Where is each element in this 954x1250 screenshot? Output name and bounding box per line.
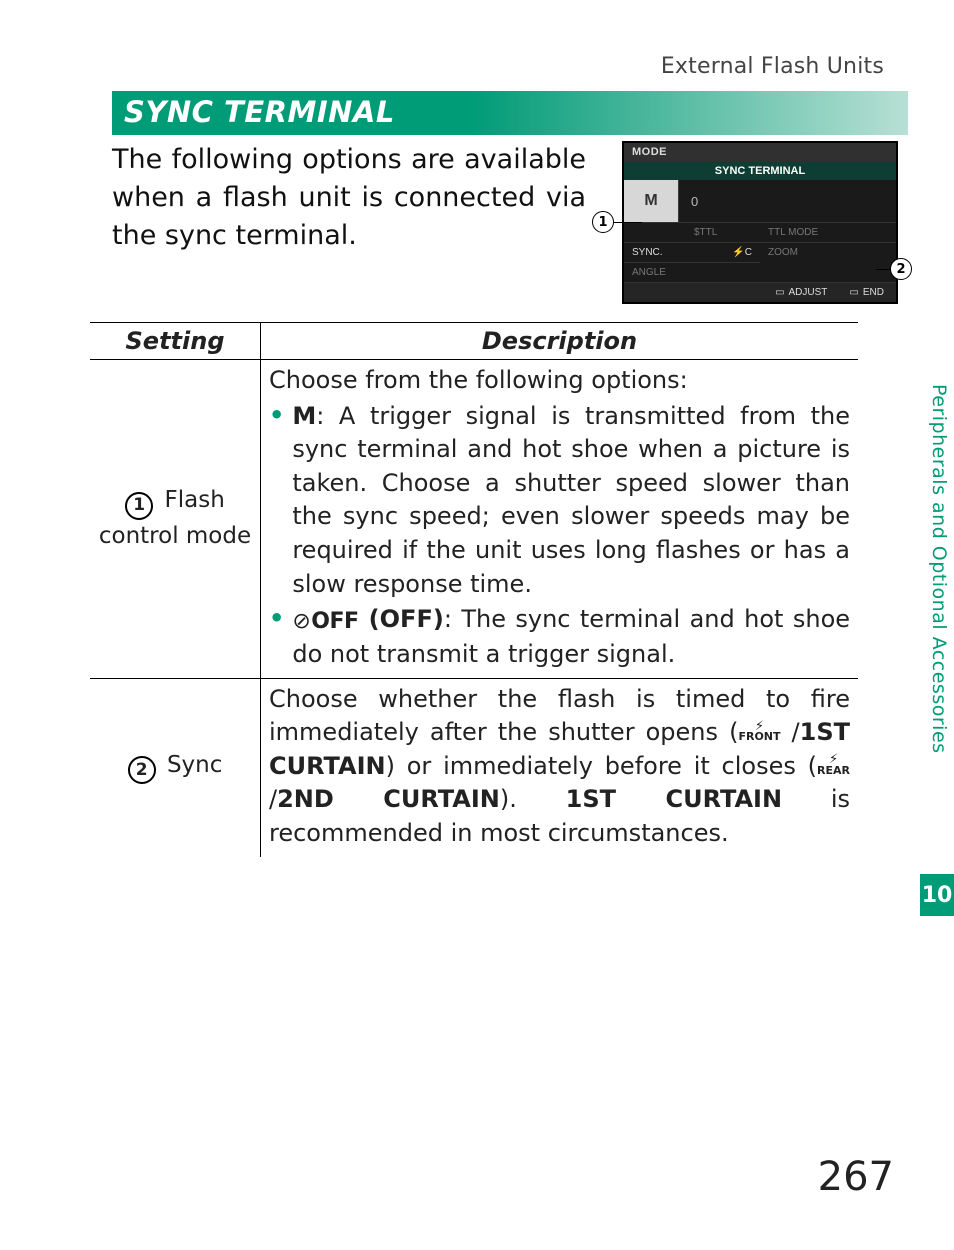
bullet-m-text: M: A trigger signal is transmitted from … [292,400,850,602]
manual-page: External Flash Units SYNC TERMINAL The f… [0,0,954,1250]
intro-row: The following options are available when… [112,141,908,304]
setting-label: Flash control mode [99,487,251,549]
bullet-m: • M: A trigger signal is transmitted fro… [269,400,850,602]
lcd-end: ▭ END [849,287,884,298]
lcd-screen: MODE SYNC TERMINAL M 0 TTL MODE SYNC. ⚡C… [622,141,898,304]
lcd-diagram: MODE SYNC TERMINAL M 0 TTL MODE SYNC. ⚡C… [598,141,908,304]
lcd-grid: TTL MODE SYNC. ⚡C $TTL ZOOM ANGLE [624,222,896,282]
recommend-label: 1ST CURTAIN [566,785,782,813]
flash-off-icon: OFF [292,607,358,638]
lcd-sync-icon: ⚡C [732,247,752,258]
callout-2-num: 2 [890,258,912,280]
bullet-off-text: OFF (OFF): The sync terminal and hot sho… [292,603,850,671]
breadcrumb: External Flash Units [0,54,954,91]
setting-flash-control: 1 Flash control mode [90,360,261,679]
bullet-dot-icon: • [269,603,284,671]
th-description: Description [261,323,859,360]
lcd-mode-label: MODE [624,143,896,162]
callout-1-line [614,222,642,223]
desc-lead: Choose from the following options: [269,364,850,398]
rear-curtain-icon: REAR [817,755,850,775]
m-label: M [292,402,316,430]
bullet-dot-icon: • [269,400,284,602]
setting-sync: 2 Sync [90,678,261,856]
circled-1-icon: 1 [125,492,153,520]
lcd-angle: ANGLE [624,262,760,282]
bullet-off: • OFF (OFF): The sync terminal and hot s… [269,603,850,671]
lcd-footer: ▭ ADJUST ▭ END [624,282,896,302]
setting-label: Sync [167,752,222,778]
callout-2-line [876,269,890,270]
desc-flash-control: Choose from the following options: • M: … [261,360,859,679]
lcd-ttl-mode: TTL MODE [760,222,896,242]
front-curtain-icon: FRONT [738,722,780,742]
lcd-sync: SYNC. ⚡C [624,242,760,262]
settings-table: Setting Description 1 Flash control mode… [90,322,858,857]
table-row: 2 Sync Choose whether the flash is timed… [90,678,858,856]
callout-2: 2 [876,258,912,280]
second-curtain-label: 2ND CURTAIN [277,785,500,813]
circled-2-icon: 2 [128,756,156,784]
chapter-side-tab: Peripherals and Optional Accessories 10 [924,384,954,944]
th-setting: Setting [90,323,261,360]
off-label: (OFF) [359,605,444,633]
lcd-mode-value: 0 [679,180,896,222]
callout-1-num: 1 [592,211,614,233]
lcd-title: SYNC TERMINAL [624,162,896,180]
lcd-value-row: M 0 [624,180,896,222]
chapter-number: 10 [920,874,954,916]
section-heading: SYNC TERMINAL [112,91,908,135]
desc-sync: Choose whether the flash is timed to fir… [261,678,859,856]
table-row: 1 Flash control mode Choose from the fol… [90,360,858,679]
page-number: 267 [818,1154,894,1200]
callout-1: 1 [592,211,642,233]
chapter-label: Peripherals and Optional Accessories [928,384,950,864]
lcd-adjust: ▭ ADJUST [775,287,827,298]
lcd-ttl-value: $TTL [624,222,760,242]
intro-text: The following options are available when… [112,141,586,254]
